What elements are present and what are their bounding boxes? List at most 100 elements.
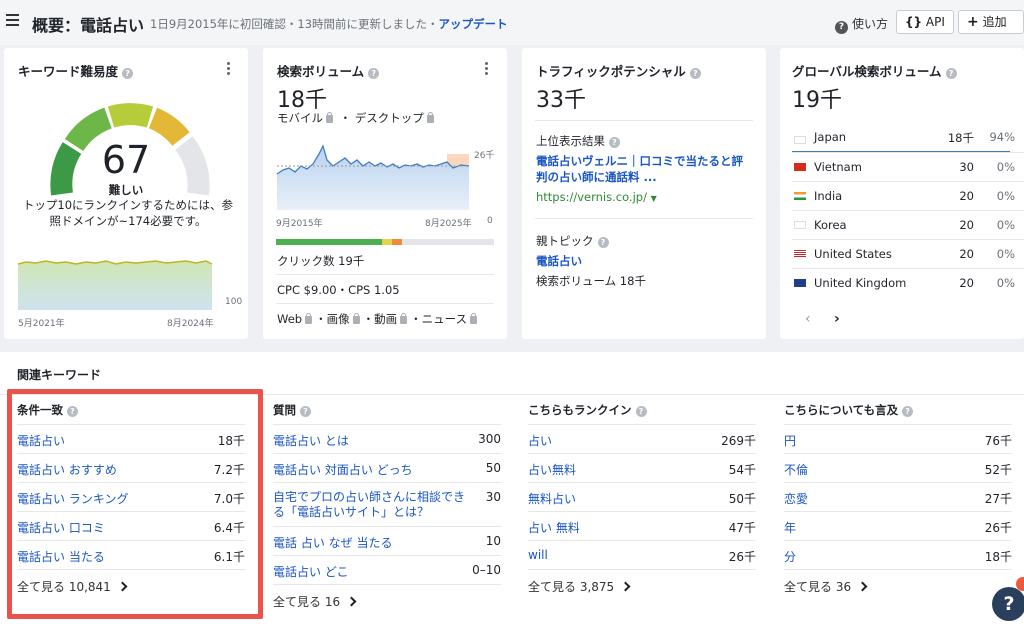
- country-row[interactable]: Vietnam 30 0%: [792, 152, 1024, 181]
- keyword-volume: 300: [478, 432, 501, 446]
- add-label: 追加: [982, 15, 1007, 29]
- card-title: トラフィックポテンシャル?: [536, 61, 701, 80]
- keyword-volume: 52千: [984, 463, 1012, 477]
- see-all-row: 全て見る 3,875: [528, 569, 756, 599]
- country-volume: 20: [959, 247, 974, 261]
- keyword-link[interactable]: 円: [784, 432, 796, 449]
- question-icon[interactable]: ?: [368, 68, 380, 79]
- see-all-link[interactable]: 全て見る 16: [273, 593, 357, 610]
- keyword-volume: 269千: [721, 434, 756, 448]
- keyword-row: 電話占い とは 300: [273, 424, 501, 453]
- flag-icon-in: [794, 192, 806, 200]
- keyword-link[interactable]: 恋愛: [784, 490, 808, 507]
- question-icon[interactable]: ?: [902, 406, 914, 417]
- parent-topic-volume: 検索ボリューム 18千: [536, 274, 646, 288]
- card-title: 検索ボリューム?: [277, 61, 380, 80]
- top-result-url[interactable]: https://vernis.co.jp/ ▼: [536, 190, 657, 204]
- question-icon[interactable]: ?: [122, 68, 134, 79]
- keyword-link[interactable]: 占い 無料: [528, 519, 580, 536]
- more-icon[interactable]: [227, 62, 230, 77]
- parent-topic-link[interactable]: 電話占い: [536, 253, 582, 269]
- country-percent: 0%: [996, 160, 1015, 174]
- difficulty-label: 難しい: [108, 183, 144, 197]
- help-button[interactable]: ?: [992, 587, 1024, 621]
- lock-icon: [352, 313, 360, 324]
- question-icon[interactable]: ?: [945, 68, 957, 79]
- see-all-link[interactable]: 全て見る 36: [784, 578, 868, 595]
- question-icon[interactable]: ?: [300, 406, 311, 417]
- lock-icon: [305, 313, 313, 324]
- chevron-left-icon[interactable]: ‹: [805, 311, 811, 327]
- keyword-volume: 50: [485, 461, 501, 475]
- keyword-row: 自宅でプロの占い師さんに相談できる「電話占いサイト」とは？ 30: [273, 482, 501, 526]
- flag-icon-jp: [794, 136, 806, 144]
- chevron-right-icon: [857, 581, 868, 592]
- traffic-title: トラフィックポテンシャル: [536, 64, 686, 79]
- country-percent: 0%: [996, 189, 1015, 203]
- serp-web: Web: [277, 312, 303, 326]
- howto-link[interactable]: ? 使い方: [835, 15, 888, 34]
- keyword-link[interactable]: 分: [784, 548, 796, 565]
- top-result-title[interactable]: 電話占いヴェルニ｜口コミで当たると評判の占い師に通話料 ...: [536, 153, 754, 185]
- api-button[interactable]: {} API: [896, 10, 954, 34]
- top-result-url-text: https://vernis.co.jp/: [536, 190, 647, 204]
- keyword-link[interactable]: 電話 占い なぜ 当たる: [273, 534, 392, 551]
- clicks: クリック数 19千: [277, 254, 365, 268]
- keyword-volume: 50千: [728, 492, 756, 506]
- country-row[interactable]: United Kingdom 20 0%: [792, 268, 1024, 297]
- keyword-link[interactable]: 不倫: [784, 461, 808, 478]
- keyword-link[interactable]: 電話占い とは: [273, 432, 349, 449]
- country-row[interactable]: Japan 18千 94%: [792, 123, 1024, 153]
- serp-video: 動画: [374, 312, 398, 326]
- see-all-link[interactable]: 全て見る 3,875: [528, 578, 631, 595]
- question-icon[interactable]: ?: [597, 237, 609, 248]
- question-icon[interactable]: ?: [635, 406, 647, 417]
- keyword-volume: 26千: [984, 521, 1012, 535]
- flag-icon-vn: [794, 163, 806, 171]
- keyword-volume: 0–10: [472, 563, 501, 577]
- country-name: India: [814, 189, 843, 203]
- keyword-link[interactable]: 電話占い 対面占い どっち: [273, 461, 413, 478]
- update-info: 1日9月2015年に初回確認・13時間前に更新しました・: [150, 17, 439, 31]
- keyword-link[interactable]: 占い: [528, 432, 552, 449]
- traffic-value: 33千: [536, 88, 586, 113]
- country-row[interactable]: Korea 20 0%: [792, 210, 1024, 239]
- column-title-text: 質問: [273, 403, 296, 417]
- column-title: 質問?: [273, 394, 501, 424]
- difficulty-score: 67: [101, 138, 151, 182]
- question-icon[interactable]: ?: [609, 137, 620, 148]
- add-button[interactable]: + 追加: [958, 10, 1024, 34]
- keyword-row: 電話占い どこ 0–10: [273, 555, 501, 584]
- parent-topic-label: 親トピック?: [536, 233, 609, 249]
- keyword-volume: 30: [485, 490, 501, 504]
- keyword-link[interactable]: 電話占い どこ: [273, 563, 348, 580]
- country-row[interactable]: United States 20 0%: [792, 239, 1024, 268]
- menu-icon[interactable]: [6, 14, 19, 26]
- lock-icon: [326, 112, 333, 123]
- device-mobile: モバイル: [277, 111, 323, 125]
- country-row[interactable]: India 20 0%: [792, 181, 1024, 210]
- question-icon[interactable]: ?: [689, 68, 701, 79]
- keyword-volume: 76千: [984, 434, 1012, 448]
- related-column: 質問? 電話占い とは 300 電話占い 対面占い どっち 50 自宅でプロの占い師さんに…: [273, 394, 501, 614]
- keyword-link[interactable]: will: [528, 548, 548, 562]
- column-title: こちらもランクイン?: [528, 394, 756, 424]
- country-list: Japan 18千 94% Vietnam 30 0% India 20 0% Korea 20 0%…: [792, 123, 1024, 297]
- flag-icon-kr: [794, 221, 806, 229]
- device-split: モバイル ・ デスクトップ: [277, 110, 437, 126]
- keyword-link[interactable]: 自宅でプロの占い師さんに相談できる「電話占いサイト」とは？: [273, 490, 468, 520]
- chevron-right-icon: [346, 596, 357, 607]
- parent-topic-label-text: 親トピック: [536, 234, 594, 248]
- update-link[interactable]: アップデート: [439, 17, 508, 31]
- kd-x-end: 8月2024年: [167, 319, 214, 329]
- lock-icon: [426, 112, 434, 123]
- more-icon[interactable]: [485, 62, 488, 77]
- flag-icon-gb: [794, 279, 806, 287]
- keyword-link[interactable]: 無料占い: [528, 490, 576, 507]
- keyword-link[interactable]: 年: [784, 519, 796, 536]
- keyword-link[interactable]: 占い無料: [528, 461, 576, 478]
- flag-icon-us: [794, 250, 806, 258]
- column-title: こちらについても言及?: [784, 394, 1012, 424]
- keyword-volume: 26千: [728, 550, 756, 564]
- chevron-right-icon[interactable]: ›: [834, 311, 840, 327]
